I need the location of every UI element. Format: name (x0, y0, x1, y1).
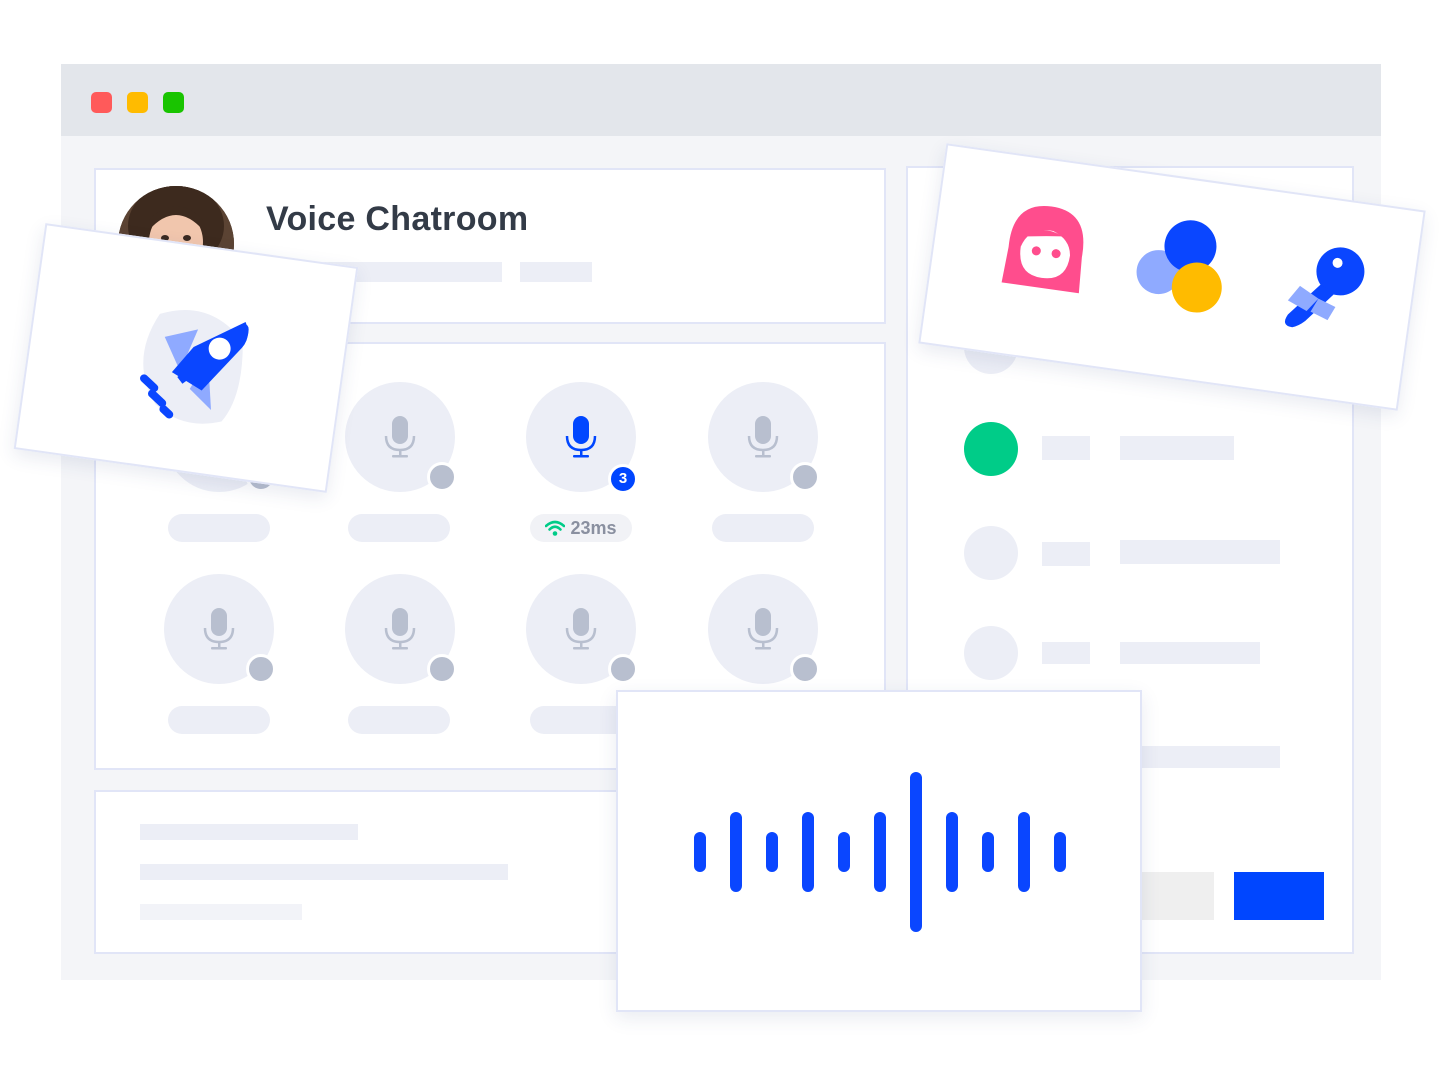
microphone-icon (565, 416, 597, 458)
seat-status-dot (427, 654, 457, 684)
mic-seat[interactable] (345, 382, 457, 492)
seat-count-badge: 3 (608, 464, 638, 494)
mic-seat[interactable] (164, 574, 276, 684)
seat-status-dot (427, 462, 457, 492)
minimize-window-button[interactable] (127, 92, 148, 113)
mic-seat[interactable] (526, 574, 638, 684)
girl-face-icon (1001, 205, 1084, 294)
close-window-button[interactable] (91, 92, 112, 113)
seat-name-placeholder (168, 514, 270, 542)
rocket-card (13, 223, 359, 493)
latency-indicator: 23ms (530, 514, 632, 542)
member-name-placeholder (1042, 642, 1090, 664)
text-placeholder (140, 824, 358, 840)
member-name-placeholder (1042, 436, 1090, 460)
member-name-placeholder (1042, 542, 1090, 566)
seat-name-placeholder (348, 706, 450, 734)
maximize-window-button[interactable] (163, 92, 184, 113)
waveform-card (616, 690, 1142, 1012)
seat-status-dot (790, 654, 820, 684)
mic-seat[interactable] (708, 382, 820, 492)
text-placeholder (140, 864, 508, 880)
wifi-icon (545, 520, 566, 536)
page-title: Voice Chatroom (266, 200, 529, 238)
seat-name-placeholder (168, 706, 270, 734)
seat-name-placeholder (348, 514, 450, 542)
seat-status-dot (246, 654, 276, 684)
primary-button[interactable] (1234, 872, 1324, 920)
microphone-icon (747, 608, 779, 650)
text-placeholder (140, 904, 302, 920)
member-avatar[interactable] (964, 526, 1018, 580)
member-info-placeholder (1120, 746, 1280, 768)
mic-seat[interactable] (708, 574, 820, 684)
member-info-placeholder (1120, 436, 1234, 460)
karaoke-mic-icon (1284, 247, 1365, 328)
title-bar (61, 64, 1381, 136)
mic-seat-active[interactable]: 3 (526, 382, 638, 494)
seat-status-dot (790, 462, 820, 492)
microphone-icon (384, 416, 416, 458)
stage: Voice Chatroom 3 23ms (0, 0, 1440, 1072)
tag-placeholder (520, 262, 592, 282)
microphone-icon (565, 608, 597, 650)
rocket-icon (140, 310, 249, 424)
audio-waveform-icon (618, 692, 1140, 1010)
overlapping-circles-icon (1136, 220, 1222, 313)
microphone-icon (203, 608, 235, 650)
member-info-placeholder (1120, 540, 1280, 564)
microphone-icon (384, 608, 416, 650)
member-avatar-online[interactable] (964, 422, 1018, 476)
mic-seat[interactable] (345, 574, 457, 684)
member-avatar[interactable] (964, 626, 1018, 680)
seat-name-placeholder (712, 514, 814, 542)
member-info-placeholder (1120, 642, 1260, 664)
seat-status-dot (608, 654, 638, 684)
microphone-icon (747, 416, 779, 458)
latency-value: 23ms (570, 517, 617, 538)
